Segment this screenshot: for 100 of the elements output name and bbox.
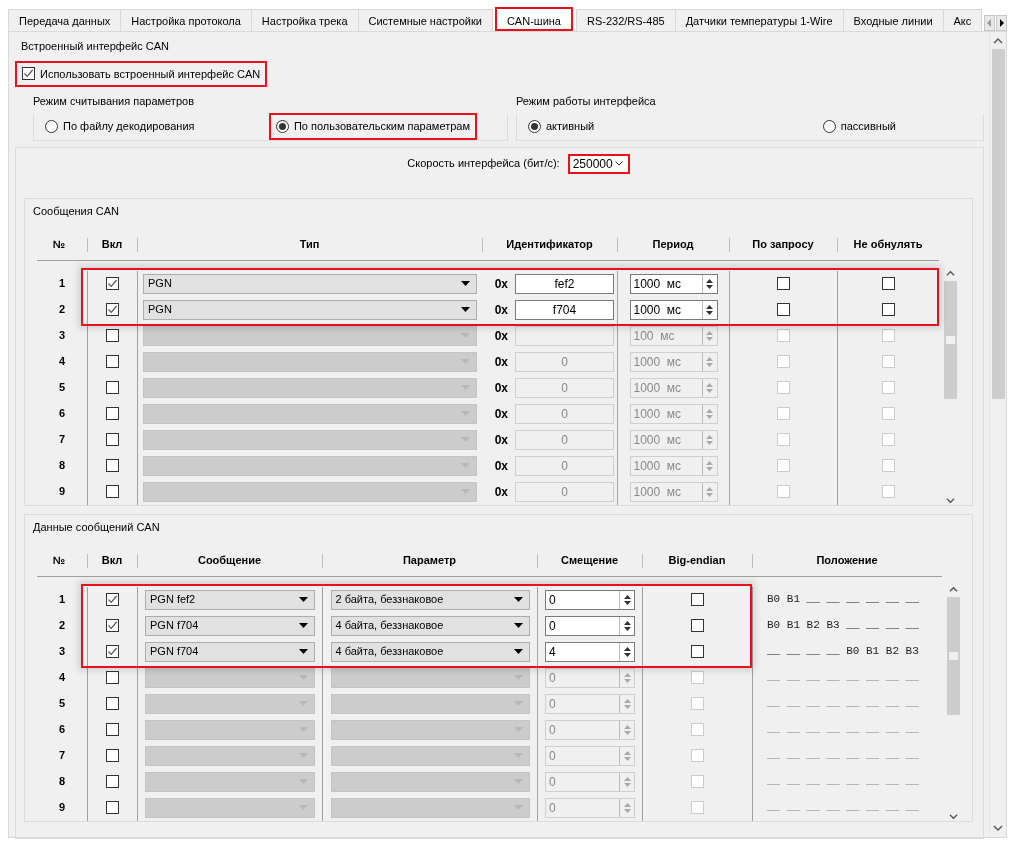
dropdown-arrow-icon [513, 649, 523, 654]
dropdown[interactable] [330, 719, 530, 740]
row-number: 2 [58, 618, 66, 634]
column-header: Период [651, 238, 695, 250]
checkbox[interactable] [777, 277, 790, 290]
spin-arrows-icon [623, 749, 631, 762]
scroll-right-button[interactable] [996, 15, 1007, 31]
radio-button[interactable]: активный [521, 113, 602, 140]
column-header: № [52, 238, 67, 250]
scrollbar[interactable] [946, 584, 961, 821]
dropdown[interactable]: PGN [143, 299, 477, 320]
scroll-down-icon[interactable] [949, 811, 958, 821]
dropdown-arrow-icon [513, 623, 523, 628]
checkbox[interactable]: Использовать встроенный интерфейс CAN [15, 60, 268, 87]
spin-arrows-icon [706, 485, 713, 498]
spin-box[interactable]: 1000 мс [629, 273, 718, 294]
scrollbar[interactable] [943, 268, 958, 505]
text-field[interactable]: f704 [515, 299, 614, 320]
scroll-up-icon[interactable] [949, 584, 958, 594]
dropdown[interactable] [330, 797, 530, 818]
tab[interactable]: Настройка трека [250, 9, 359, 31]
checkbox[interactable] [691, 619, 704, 632]
byte-position-text: __ __ __ __ __ __ __ __ [767, 774, 919, 790]
dropdown[interactable]: 2 байта, беззнаковое [330, 589, 530, 610]
checkmark-icon [107, 646, 118, 657]
text-field[interactable] [515, 325, 614, 346]
caret-icon [614, 161, 623, 166]
scroll-down-icon[interactable] [993, 823, 1003, 833]
row-number: 6 [58, 406, 66, 422]
dropdown-arrow-icon [299, 623, 308, 628]
dropdown[interactable] [330, 667, 530, 688]
dropdown[interactable] [330, 771, 530, 792]
hex-prefix-label: 0x [494, 405, 508, 423]
column-header: Тип [298, 238, 321, 250]
tab[interactable]: Системные настройки [357, 9, 493, 31]
group-title: Режим считывания параметров [33, 94, 195, 109]
spin-arrows-icon [706, 381, 713, 394]
text-field[interactable]: fef2 [515, 273, 614, 294]
checkbox[interactable] [106, 303, 119, 316]
checkbox[interactable] [882, 277, 895, 290]
row-number: 8 [58, 458, 66, 474]
byte-position-text: B0 B1 __ __ __ __ __ __ [767, 592, 919, 608]
spin-box[interactable]: 0 [545, 589, 635, 610]
dropdown[interactable]: PGN fef2 [145, 589, 315, 610]
dropdown[interactable] [330, 745, 530, 766]
spin-arrows-icon [623, 697, 631, 710]
spin-box[interactable]: 4 [545, 641, 635, 662]
spin-arrows-icon [706, 433, 713, 446]
tab[interactable]: Датчики температуры 1-Wire [674, 9, 844, 31]
column-header: Положение [815, 554, 879, 566]
spin-arrows-icon [706, 407, 713, 420]
row-number: 4 [58, 670, 66, 686]
checkbox[interactable] [106, 645, 119, 658]
checkbox[interactable] [106, 619, 119, 632]
row-number: 2 [58, 302, 66, 318]
radio-button[interactable]: По пользовательским параметрам [268, 113, 477, 140]
dropdown[interactable]: 4 байта, беззнаковое [330, 641, 530, 662]
dropdown[interactable]: PGN f704 [145, 615, 315, 636]
row-number: 7 [58, 748, 66, 764]
dropdown[interactable]: PGN [143, 273, 477, 294]
scrollbar[interactable] [989, 32, 1006, 837]
spin-box[interactable]: 1000 мс [629, 299, 718, 320]
checkbox[interactable] [777, 303, 790, 316]
dropdown[interactable]: PGN f704 [145, 641, 315, 662]
column-header: По запросу [751, 238, 815, 250]
group-title: Режим работы интерфейса [516, 94, 657, 109]
checkbox[interactable] [106, 593, 119, 606]
tab[interactable]: Входные линии [842, 9, 944, 31]
tab[interactable]: Передача данных [8, 9, 122, 31]
column-header: Смещение [559, 554, 620, 566]
row-number: 3 [58, 328, 66, 344]
byte-position-text: __ __ __ __ __ __ __ __ [767, 670, 919, 686]
row-number: 6 [58, 722, 66, 738]
spin-arrows-icon [623, 619, 631, 632]
tab[interactable]: RS-232/RS-485 [576, 9, 676, 31]
dropdown[interactable]: 4 байта, беззнаковое [330, 615, 530, 636]
scroll-up-icon[interactable] [993, 36, 1003, 46]
checkbox[interactable] [691, 645, 704, 658]
column-header: Вкл [100, 238, 124, 250]
tab[interactable]: Настройка протокола [120, 9, 252, 31]
scroll-down-icon[interactable] [946, 495, 955, 505]
tab[interactable]: Акс [942, 9, 983, 31]
checkbox[interactable] [691, 593, 704, 606]
scroll-up-icon[interactable] [946, 268, 955, 278]
dropdown-arrow-icon [461, 281, 470, 286]
spin-arrows-icon [623, 593, 631, 606]
dropdown[interactable] [330, 693, 530, 714]
radio-button[interactable]: По файлу декодирования [38, 113, 202, 140]
row-number: 3 [58, 644, 66, 660]
checkbox[interactable] [106, 277, 119, 290]
checkbox[interactable] [882, 303, 895, 316]
dropdown[interactable]: 250000 [567, 153, 630, 174]
byte-position-text: __ __ __ __ B0 B1 B2 B3 [767, 644, 919, 660]
grip-icon [949, 651, 958, 660]
radio-button[interactable]: пассивный [815, 113, 903, 140]
spin-box[interactable]: 0 [545, 615, 635, 636]
column-header: Параметр [401, 554, 458, 566]
row-number: 4 [58, 354, 66, 370]
tab[interactable]: CAN-шина [494, 7, 573, 31]
hex-prefix-label: 0x [494, 301, 508, 319]
